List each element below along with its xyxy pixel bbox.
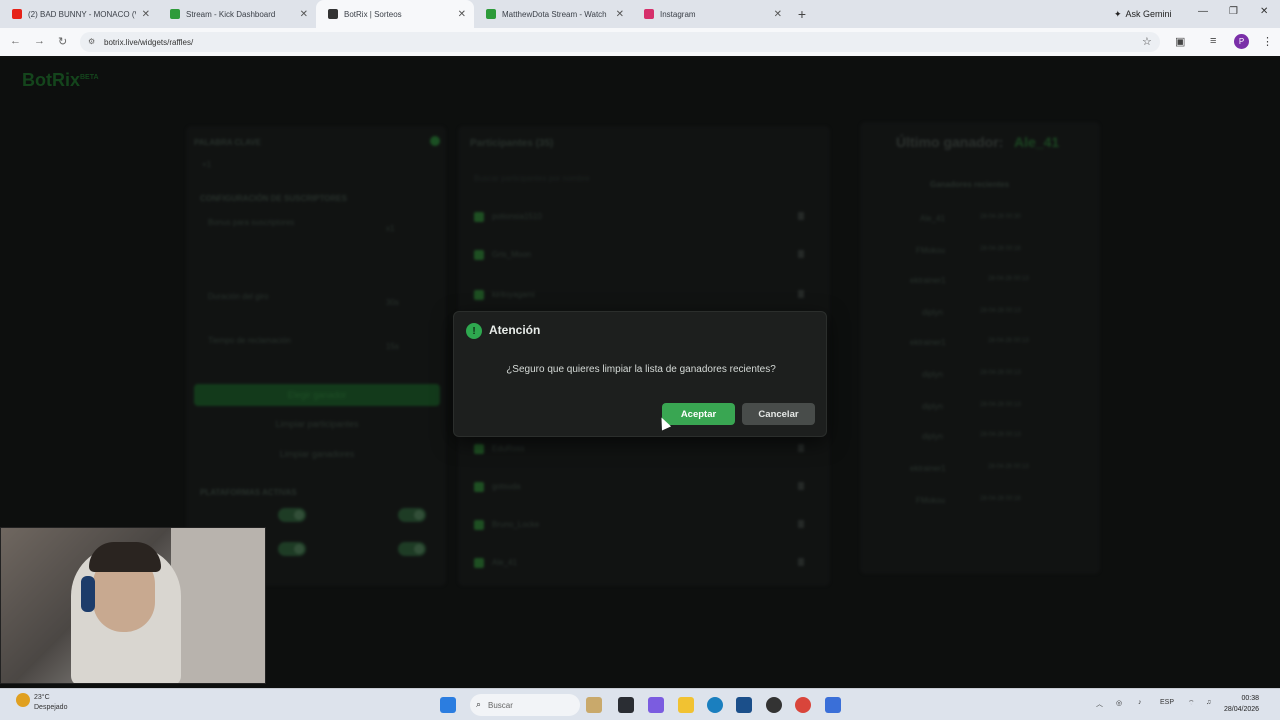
site-info-icon[interactable]: ⚙ bbox=[88, 37, 95, 46]
language-indicator[interactable]: ESP bbox=[1160, 699, 1174, 706]
confirm-dialog: ! Atención ¿Seguro que quieres limpiar l… bbox=[453, 311, 827, 437]
botrix-icon bbox=[328, 9, 338, 19]
webcam-hair bbox=[89, 542, 161, 572]
file-explorer-icon[interactable] bbox=[678, 697, 694, 713]
microphone-icon[interactable]: ♪ bbox=[1138, 699, 1142, 706]
tray-chevron-icon[interactable]: ︿ bbox=[1096, 699, 1103, 709]
instagram-icon bbox=[644, 9, 654, 19]
close-icon[interactable]: ✕ bbox=[300, 9, 308, 20]
back-icon[interactable]: ← bbox=[10, 35, 21, 47]
accept-button[interactable]: Aceptar bbox=[662, 403, 735, 425]
kick-icon bbox=[170, 9, 180, 19]
webcam-background bbox=[171, 528, 265, 683]
taskbar-search[interactable]: ⌕ Buscar bbox=[470, 694, 580, 716]
close-icon[interactable]: ✕ bbox=[142, 9, 150, 20]
tab-matthewdota[interactable]: MatthewDota Stream - Watch ✕ bbox=[474, 0, 632, 28]
taskbar-clock[interactable]: 00:38 28/04/2026 bbox=[1224, 693, 1259, 715]
alert-icon: ! bbox=[466, 323, 482, 339]
windows-taskbar: 23°C Despejado ⌕ Buscar ︿ ◎ ♪ ESP ⌔ ♫ 00… bbox=[0, 688, 1280, 720]
window-close-icon[interactable]: ✕ bbox=[1260, 6, 1268, 17]
tab-instagram[interactable]: Instagram ✕ bbox=[632, 0, 790, 28]
weather-widget[interactable]: 23°C Despejado bbox=[34, 693, 67, 713]
volume-icon[interactable]: ♫ bbox=[1206, 699, 1211, 706]
cancel-button[interactable]: Cancelar bbox=[742, 403, 815, 425]
tab-botrix[interactable]: BotRix | Sorteos ✕ bbox=[316, 0, 474, 28]
minimize-icon[interactable]: — bbox=[1198, 6, 1208, 17]
reload-icon[interactable]: ↻ bbox=[58, 35, 67, 48]
wifi-icon[interactable]: ⌔ bbox=[1188, 699, 1195, 708]
youtube-icon bbox=[12, 9, 22, 19]
forward-icon[interactable]: → bbox=[34, 35, 45, 47]
app-icon[interactable] bbox=[618, 697, 634, 713]
webcam-overlay bbox=[0, 527, 266, 684]
search-icon: ⌕ bbox=[476, 699, 482, 709]
edge-icon[interactable] bbox=[707, 697, 723, 713]
close-icon[interactable]: ✕ bbox=[616, 9, 624, 20]
chrome-icon[interactable] bbox=[795, 697, 811, 713]
extensions-icon[interactable]: ▣ bbox=[1175, 35, 1185, 48]
store-icon[interactable] bbox=[736, 697, 752, 713]
kick-icon bbox=[486, 9, 496, 19]
network-icon[interactable]: ◎ bbox=[1116, 699, 1122, 707]
ask-gemini-button[interactable]: ✦ Ask Gemini bbox=[1106, 5, 1180, 23]
profile-avatar[interactable]: P bbox=[1234, 34, 1249, 49]
menu-icon[interactable]: ⋮ bbox=[1262, 35, 1273, 48]
app-icon[interactable] bbox=[766, 697, 782, 713]
maximize-icon[interactable]: ❐ bbox=[1229, 6, 1238, 17]
dialog-message: ¿Seguro que quieres limpiar la lista de … bbox=[506, 364, 776, 375]
copilot-icon[interactable] bbox=[648, 697, 664, 713]
headset-icon bbox=[81, 576, 95, 612]
dialog-title: Atención bbox=[489, 323, 541, 337]
app-icon[interactable] bbox=[825, 697, 841, 713]
bookmark-star-icon[interactable]: ☆ bbox=[1142, 35, 1152, 48]
url-field[interactable]: ⚙ botrix.live/widgets/raffles/ bbox=[80, 32, 1160, 52]
browser-tab-bar: (2) BAD BUNNY - MONACO (V ✕ Stream - Kic… bbox=[0, 0, 1280, 28]
start-icon[interactable] bbox=[440, 697, 456, 713]
close-icon[interactable]: ✕ bbox=[774, 9, 782, 20]
tab-youtube[interactable]: (2) BAD BUNNY - MONACO (V ✕ bbox=[0, 0, 158, 28]
media-icon[interactable]: ≡ bbox=[1210, 35, 1216, 47]
widgets-icon[interactable] bbox=[586, 697, 602, 713]
tab-kick-dashboard[interactable]: Stream - Kick Dashboard ✕ bbox=[158, 0, 316, 28]
close-icon[interactable]: ✕ bbox=[458, 9, 466, 20]
gemini-icon: ✦ bbox=[1114, 8, 1122, 19]
address-bar-row: ← → ↻ ⚙ botrix.live/widgets/raffles/ ☆ ▣… bbox=[0, 28, 1280, 56]
weather-icon[interactable] bbox=[16, 693, 30, 707]
new-tab-button[interactable]: + bbox=[790, 6, 814, 22]
